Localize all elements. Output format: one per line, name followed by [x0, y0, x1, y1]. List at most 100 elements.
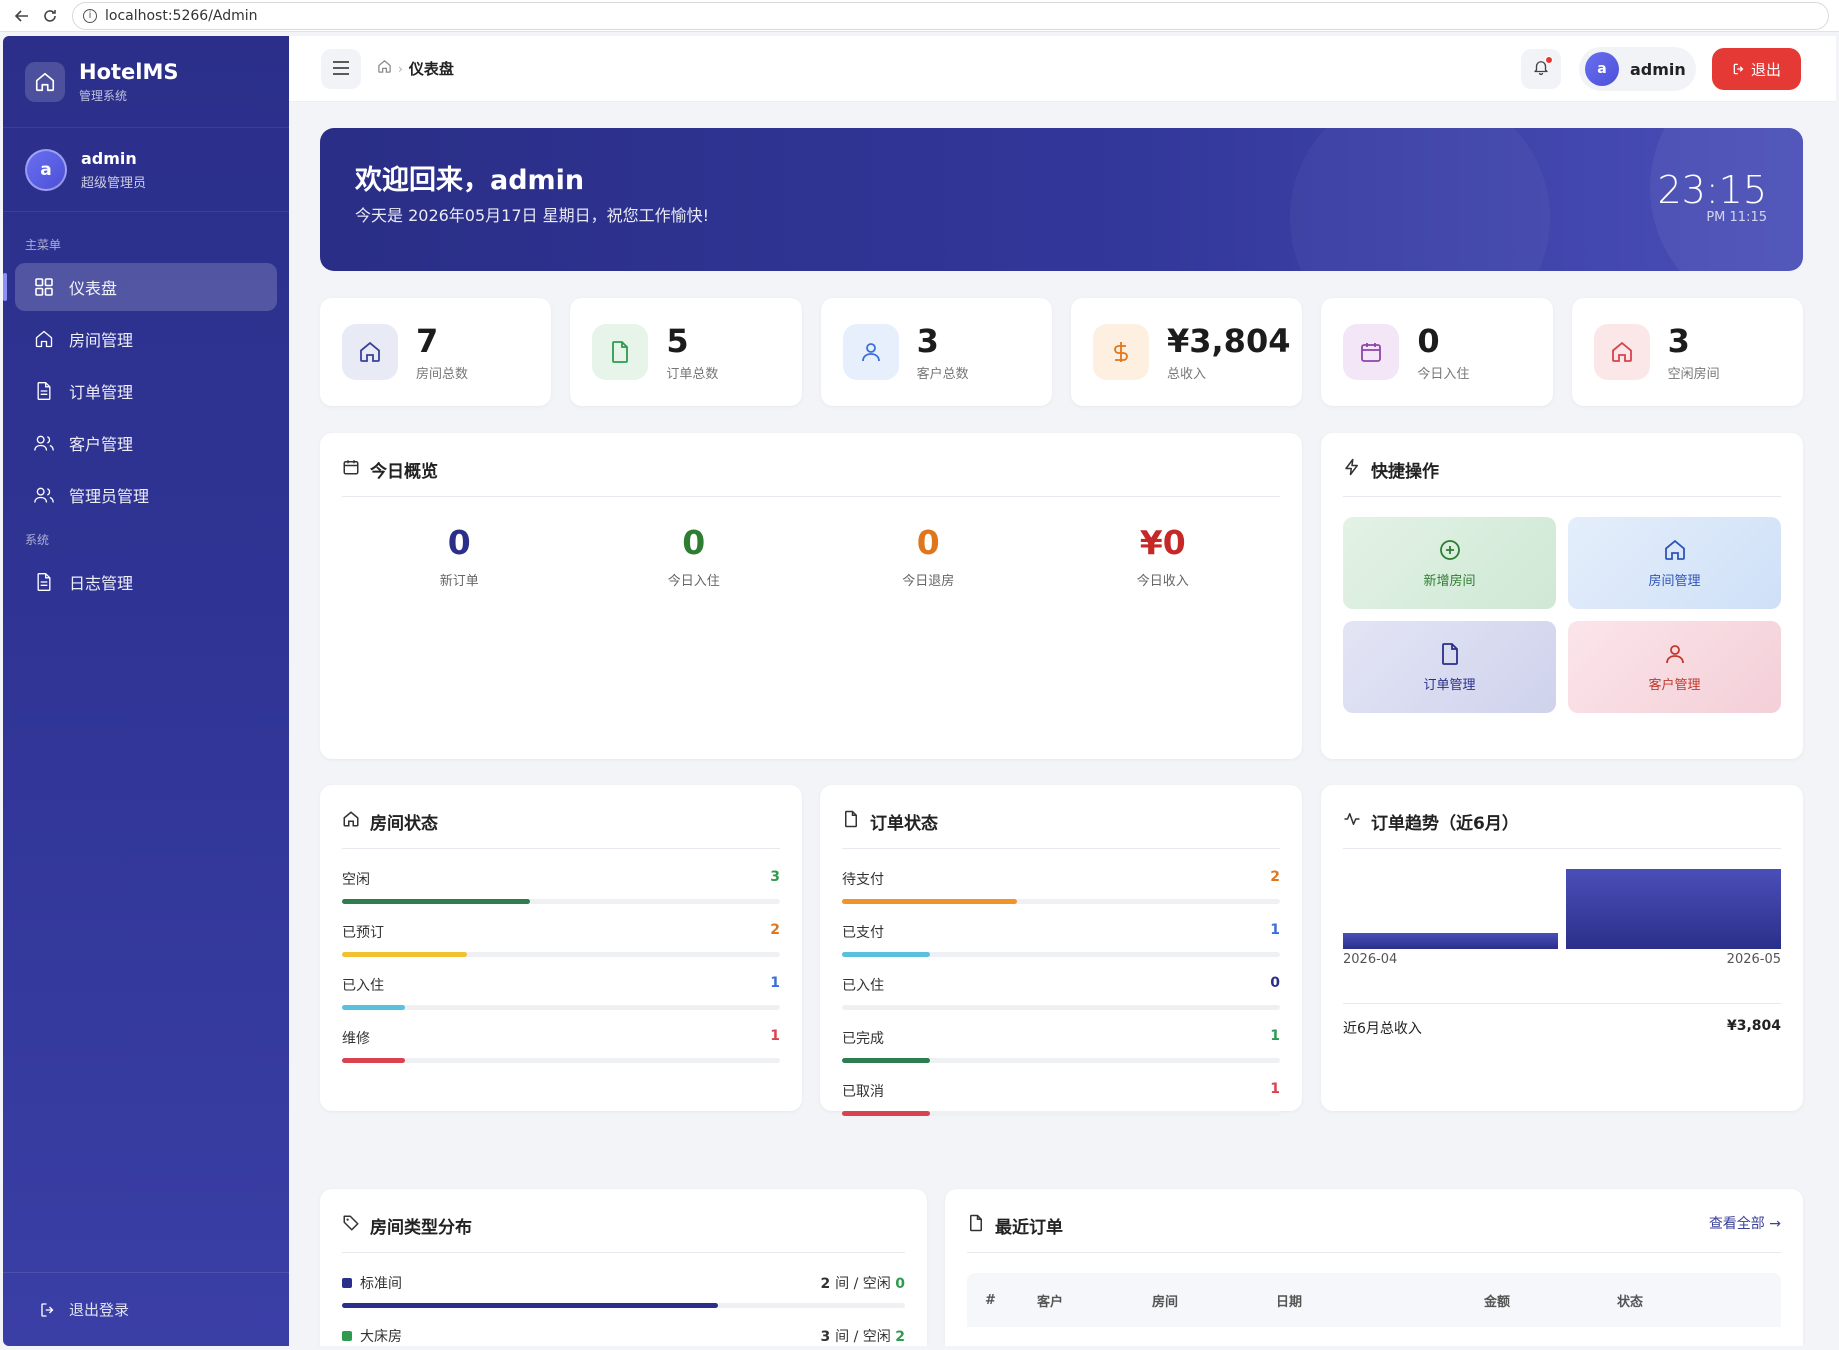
stat-card-customers: 3 客户总数 — [820, 298, 1052, 406]
plus-circle-icon — [1438, 538, 1462, 562]
room-type-count: 3 间 / 空闲 2 — [820, 1329, 905, 1345]
logout-button[interactable]: 退出 — [1712, 48, 1801, 90]
room-status-row: 已预订 2 — [342, 922, 780, 975]
room-status-card: 房间状态 空闲 3 已预订 2 已入住 1 维修 1 — [320, 785, 802, 1111]
info-icon[interactable]: i — [83, 8, 97, 23]
room-status-row: 维修 1 — [342, 1028, 780, 1081]
hamburger-icon — [332, 60, 350, 79]
sidebar-item-dashboard[interactable]: 仪表盘 — [3, 263, 277, 311]
card-header: 最近订单 查看全部 → — [967, 1213, 1781, 1253]
room-status-label: 维修 — [342, 1031, 370, 1047]
card-title: 订单趋势（近6月） — [1371, 814, 1519, 834]
home-icon — [33, 328, 55, 350]
order-status-label: 待支付 — [842, 872, 884, 888]
view-all-link[interactable]: 查看全部 → — [1709, 1213, 1781, 1233]
order-status-count: 1 — [1270, 1081, 1280, 1097]
quick-add-room-button[interactable]: 新增房间 — [1343, 517, 1556, 609]
today-label: 今日入住 — [667, 574, 720, 589]
card-title: 今日概览 — [370, 462, 438, 482]
legend-dot — [342, 1331, 352, 1341]
user-menu[interactable]: a admin — [1579, 47, 1696, 91]
avatar: a — [1585, 52, 1619, 86]
users-icon — [33, 432, 55, 454]
column-header[interactable]: 金额 — [1466, 1291, 1599, 1310]
dollar-icon — [1092, 324, 1149, 380]
stat-value: 3 — [1667, 321, 1690, 360]
user-icon — [1663, 642, 1687, 666]
order-status-label: 已入住 — [842, 978, 884, 994]
main-content: 欢迎回来，admin 今天是 2026年05月17日 星期日，祝您工作愉快! 2… — [289, 102, 1836, 1346]
order-trend-card: 订单趋势（近6月） 2026-04 2026-05 近6月总收入 ¥3,804 — [1321, 785, 1803, 1111]
home-icon[interactable] — [377, 59, 392, 78]
stat-value: 3 — [916, 321, 939, 360]
sidebar-item-customers[interactable]: 客户管理 — [15, 419, 277, 467]
order-status-count: 1 — [1270, 1028, 1280, 1044]
sidebar-item-logs[interactable]: 日志管理 — [15, 558, 277, 606]
notification-dot — [1545, 56, 1553, 64]
sidebar-item-label: 房间管理 — [69, 331, 134, 350]
sidebar-item-rooms[interactable]: 房间管理 — [15, 315, 277, 363]
stat-label: 房间总数 — [416, 366, 469, 382]
stat-cards: 7 房间总数 5 订单总数 3 客户总数 ¥3,804 总收入 0 今日入住 3… — [320, 298, 1803, 406]
trend-footer-label: 近6月总收入 — [1343, 1021, 1422, 1037]
stat-value: 7 — [416, 321, 439, 360]
logout-icon — [39, 1301, 57, 1319]
calendar-icon — [1343, 324, 1400, 380]
menu-toggle-button[interactable] — [321, 49, 361, 89]
tag-icon — [342, 1214, 360, 1232]
room-type-label: 标准间 — [360, 1276, 402, 1292]
room-status-count: 2 — [770, 922, 780, 938]
recent-orders-card: 最近订单 查看全部 → # 客户 房间 日期 金额 状态 — [945, 1189, 1803, 1346]
quick-rooms-button[interactable]: 房间管理 — [1568, 517, 1781, 609]
logout-label: 退出 — [1750, 60, 1781, 79]
room-status-count: 3 — [770, 869, 780, 885]
room-type-count: 2 间 / 空闲 0 — [820, 1276, 905, 1292]
today-stat: 0 新订单 — [342, 523, 577, 589]
clock-time: 23:15 — [1657, 168, 1767, 212]
brand[interactable]: HotelMS 管理系统 — [3, 36, 289, 128]
reload-icon[interactable] — [36, 2, 64, 30]
address-bar[interactable]: i localhost:5266/Admin — [72, 1, 1829, 30]
order-status-list: 待支付 2 已支付 1 已入住 0 已完成 1 已取消 1 — [842, 869, 1280, 1134]
sidebar-item-orders[interactable]: 订单管理 — [15, 367, 277, 415]
order-status-track — [842, 952, 1280, 957]
home-icon — [25, 61, 65, 102]
sidebar-logout-label: 退出登录 — [69, 1301, 130, 1319]
user-icon — [842, 324, 899, 380]
order-status-count: 2 — [1270, 869, 1280, 885]
order-status-track — [842, 1111, 1280, 1116]
notification-button[interactable] — [1521, 49, 1561, 89]
order-status-fill — [842, 899, 1018, 904]
order-status-row: 已取消 1 — [842, 1081, 1280, 1134]
sidebar-logout-button[interactable]: 退出登录 — [3, 1272, 289, 1346]
stat-card-orders: 5 订单总数 — [570, 298, 802, 406]
column-header[interactable]: 状态 — [1599, 1291, 1709, 1310]
room-status-row: 空闲 3 — [342, 869, 780, 922]
sidebar-item-label: 客户管理 — [69, 435, 134, 454]
room-type-row: 标准间 2 间 / 空闲 0 — [342, 1273, 905, 1326]
column-header[interactable]: # — [967, 1293, 1019, 1308]
logout-icon — [1732, 62, 1746, 76]
welcome-title: 欢迎回来，admin — [355, 165, 585, 196]
order-status-track — [842, 1005, 1280, 1010]
card-header: 订单状态 — [842, 809, 1280, 849]
room-status-fill — [342, 1058, 405, 1063]
column-header[interactable]: 客户 — [1019, 1291, 1134, 1310]
user-name: admin — [1630, 59, 1686, 79]
sidebar-item-admins[interactable]: 管理员管理 — [15, 471, 277, 519]
brand-name: HotelMS — [79, 59, 179, 84]
trend-x-label: 2026-04 — [1343, 952, 1397, 963]
quick-customers-button[interactable]: 客户管理 — [1568, 621, 1781, 713]
room-status-label: 空闲 — [342, 872, 370, 888]
column-header[interactable]: 日期 — [1258, 1291, 1466, 1310]
order-trend-chart: 2026-04 2026-05 — [1343, 869, 1781, 963]
card-header: 房间类型分布 — [342, 1213, 905, 1253]
quick-orders-button[interactable]: 订单管理 — [1343, 621, 1556, 713]
column-header[interactable]: 房间 — [1134, 1291, 1258, 1310]
quick-actions-card: 快捷操作 新增房间 房间管理 订单管理 客户管理 — [1321, 433, 1803, 759]
today-label: 新订单 — [439, 574, 479, 589]
today-value: ¥0 — [1139, 523, 1186, 562]
back-icon[interactable] — [8, 2, 36, 30]
stat-label: 订单总数 — [666, 366, 719, 382]
card-title: 房间类型分布 — [370, 1218, 472, 1238]
